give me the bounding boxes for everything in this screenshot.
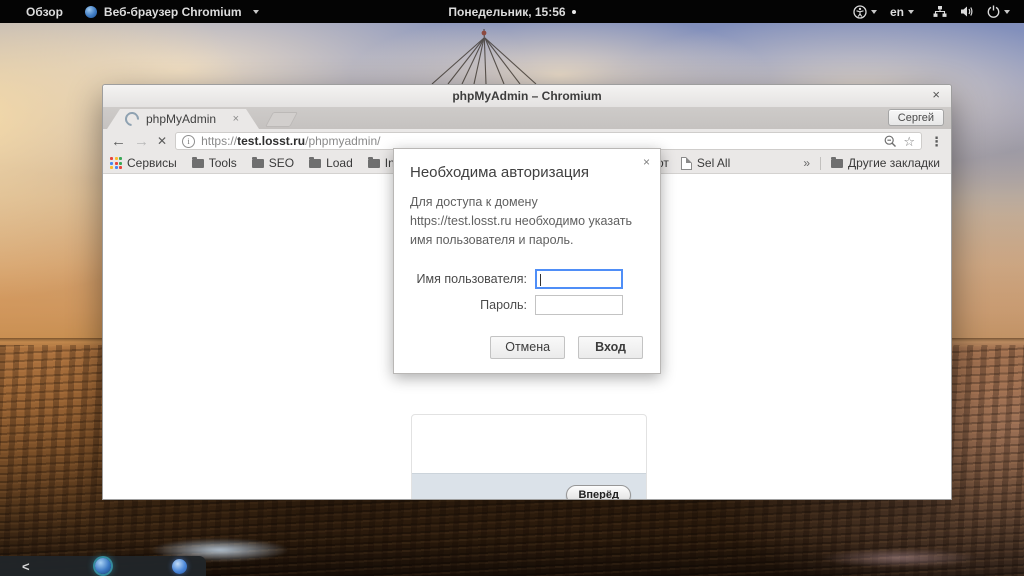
forward-button[interactable]: →	[134, 134, 149, 149]
gnome-top-bar: Обзор Веб-браузер Chromium Понедельник, …	[0, 0, 1024, 23]
apps-grid-icon	[110, 157, 122, 169]
dock-collapse-chevron[interactable]: <	[22, 560, 30, 573]
folder-icon	[191, 156, 204, 168]
window-title: phpMyAdmin – Chromium	[452, 89, 602, 103]
clock[interactable]: Понедельник, 15:56	[448, 5, 565, 19]
chromium-app-icon	[84, 5, 97, 18]
password-field[interactable]	[535, 295, 623, 316]
browser-menu-icon[interactable]: ⋮	[930, 135, 943, 148]
folder-icon	[831, 156, 844, 168]
loading-spinner-icon	[122, 109, 142, 129]
profile-name: Сергей	[897, 111, 934, 124]
app-menu-button[interactable]: Веб-браузер Chromium	[84, 4, 259, 19]
phpmyadmin-panel-footer: Вперёд	[412, 473, 646, 499]
bookmark-folder-tools[interactable]: Tools	[191, 156, 237, 170]
dialog-body-text: Для доступа к домену https://test.losst.…	[410, 195, 632, 247]
phpmyadmin-login-panel: Вперёд	[411, 414, 647, 499]
tab-close-icon[interactable]: ×	[233, 113, 239, 125]
bookmark-folder-load[interactable]: Load	[309, 156, 353, 170]
bookmark-sel-all[interactable]: Sel All	[680, 156, 730, 170]
keyboard-layout-menu[interactable]: en	[890, 5, 914, 19]
bookmarks-overflow-chevron[interactable]: »	[803, 156, 810, 170]
username-label: Имя пользователя:	[416, 272, 527, 287]
password-label: Пароль:	[480, 298, 527, 313]
notification-dot	[571, 9, 576, 14]
bookmark-services[interactable]: Сервисы	[110, 156, 177, 170]
cancel-button[interactable]: Отмена	[490, 336, 566, 359]
caret-down-icon	[870, 9, 877, 14]
tab-title: phpMyAdmin	[146, 112, 217, 126]
tab-phpmyadmin[interactable]: phpMyAdmin ×	[107, 109, 259, 129]
new-tab-button[interactable]	[265, 112, 298, 127]
chromium-icon[interactable]	[95, 558, 111, 574]
stop-button[interactable]: ✕	[157, 135, 167, 147]
caret-down-icon	[252, 9, 259, 14]
window-titlebar[interactable]: phpMyAdmin – Chromium ×	[103, 85, 951, 108]
dock: <	[0, 556, 206, 576]
forward-submit-button[interactable]: Вперёд	[566, 485, 631, 499]
keyboard-layout-label: en	[889, 4, 904, 19]
page-info-icon[interactable]: i	[182, 134, 196, 148]
url-host: test.losst.ru	[237, 134, 306, 148]
caret-down-icon	[908, 9, 914, 14]
accessibility-menu[interactable]	[853, 4, 877, 19]
network-icon[interactable]	[933, 5, 947, 18]
dialog-close-icon[interactable]: ×	[643, 156, 650, 168]
profile-button[interactable]: Сергей	[887, 109, 944, 126]
folder-icon	[309, 156, 322, 168]
page-icon	[680, 156, 692, 170]
app-menu-label: Веб-браузер Chromium	[103, 4, 242, 19]
other-bookmarks-button[interactable]: Другие закладки	[831, 156, 940, 170]
wave-foam	[820, 548, 980, 568]
folder-icon	[251, 156, 264, 168]
tab-strip: phpMyAdmin × Сергей	[103, 107, 951, 129]
browser-icon[interactable]	[172, 559, 187, 574]
zoom-out-icon[interactable]	[884, 135, 897, 148]
window-close-button[interactable]: ×	[932, 88, 940, 101]
bookmark-star-icon[interactable]: ☆	[903, 135, 915, 148]
back-button[interactable]: ←	[111, 134, 126, 149]
bookmarks-separator	[820, 156, 822, 170]
ship-mast	[431, 28, 537, 84]
volume-icon[interactable]	[960, 5, 974, 18]
url-text: https://test.losst.ru/phpmyadmin/	[201, 134, 381, 148]
username-field[interactable]	[535, 269, 623, 290]
bookmark-folder-seo[interactable]: SEO	[251, 156, 294, 170]
http-auth-dialog: × Необходима авторизация Для доступа к д…	[393, 148, 661, 374]
power-menu[interactable]	[987, 5, 1010, 18]
folder-icon	[367, 156, 380, 168]
caret-down-icon	[1004, 9, 1010, 14]
activities-button[interactable]: Обзор	[26, 5, 63, 19]
login-button[interactable]: Вход	[578, 336, 643, 359]
dialog-title: Необходима авторизация	[410, 164, 589, 181]
